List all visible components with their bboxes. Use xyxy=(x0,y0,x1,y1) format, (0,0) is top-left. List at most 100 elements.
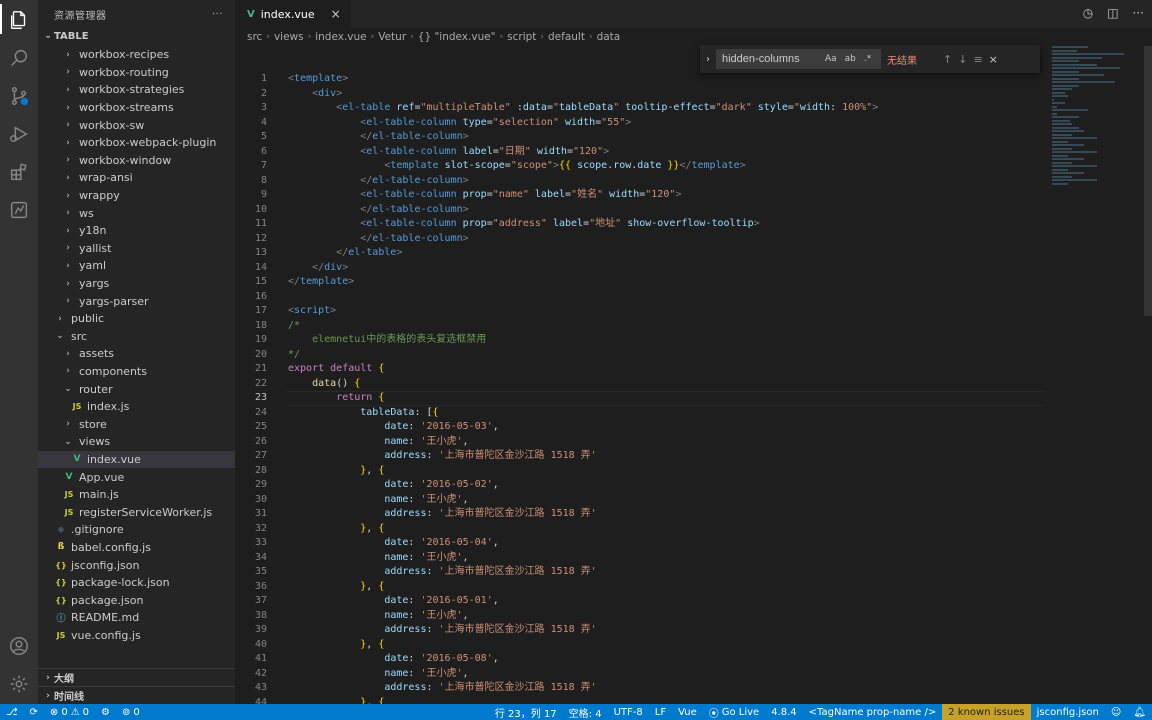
file-tree-item[interactable]: › public xyxy=(38,310,235,328)
explorer-icon[interactable] xyxy=(7,8,31,32)
more-actions-icon[interactable]: ··· xyxy=(212,9,223,20)
file-tree-item[interactable]: › store xyxy=(38,415,235,433)
split-editor-icon[interactable]: ◫ xyxy=(1107,6,1118,20)
ports-indicator[interactable]: ⊚ 0 xyxy=(116,704,146,720)
file-tree-item[interactable]: › y18n xyxy=(38,222,235,240)
close-find-icon[interactable]: × xyxy=(989,53,998,66)
search-icon[interactable] xyxy=(7,46,31,70)
vetur-version[interactable]: 4.8.4 xyxy=(765,704,802,720)
explorer-title: 资源管理器 xyxy=(54,10,107,22)
file-tree-item[interactable]: ⌄ views xyxy=(38,433,235,451)
file-tree-item[interactable]: JS vue.config.js xyxy=(38,627,235,645)
file-tree-item[interactable]: › workbox-streams xyxy=(38,99,235,117)
file-tree-item[interactable]: › wrappy xyxy=(38,187,235,205)
file-tree-item[interactable]: V App.vue xyxy=(38,468,235,486)
file-tree-item[interactable]: ⌄ src xyxy=(38,328,235,346)
code-text: date: '2016-05-01', xyxy=(288,594,498,609)
timeline-section[interactable]: › 时间线 xyxy=(38,686,235,704)
file-tree-item[interactable]: › wrap-ansi xyxy=(38,169,235,187)
outline-section[interactable]: › 大纲 xyxy=(38,668,235,686)
tab-index-vue[interactable]: V index.vue × xyxy=(235,0,351,28)
file-tree-item[interactable]: › workbox-strategies xyxy=(38,81,235,99)
file-tree-item[interactable]: JS registerServiceWorker.js xyxy=(38,503,235,521)
more-actions-icon[interactable]: ··· xyxy=(1133,6,1144,20)
code-token: el-table-column xyxy=(366,116,457,128)
file-tree-item[interactable]: › workbox-recipes xyxy=(38,46,235,64)
problems-indicator[interactable]: ⊗ 0 ⚠ 0 xyxy=(44,704,95,720)
timeline-icon[interactable]: ◷ xyxy=(1083,6,1093,20)
code-editor[interactable]: 1 <template> 2 <div> 3 <el-table ref="multi… xyxy=(235,72,1045,710)
file-tree-item[interactable]: {} package.json xyxy=(38,591,235,609)
jsconfig-indicator[interactable]: jsconfig.json xyxy=(1031,704,1105,720)
regex-icon[interactable]: .* xyxy=(864,54,871,64)
file-tree-item[interactable]: ß babel.config.js xyxy=(38,539,235,557)
breadcrumb-item[interactable]: {} "index.vue" xyxy=(418,31,496,43)
whole-word-icon[interactable]: ab xyxy=(845,54,856,64)
end-of-line[interactable]: LF xyxy=(649,704,672,720)
live-share-icon[interactable]: ⚙ xyxy=(95,704,116,720)
code-token: date xyxy=(384,537,409,548)
file-tree-item[interactable]: › assets xyxy=(38,345,235,363)
code-text: }, { xyxy=(288,522,384,537)
breadcrumb-item[interactable]: src xyxy=(247,31,262,43)
scrollbar[interactable] xyxy=(1144,46,1152,316)
file-tree-item[interactable]: ⓘ README.md xyxy=(38,609,235,627)
file-tree-item[interactable]: › workbox-window xyxy=(38,152,235,170)
close-icon[interactable]: × xyxy=(331,7,341,21)
file-tree-label: jsconfig.json xyxy=(71,558,140,572)
file-tree-item[interactable]: ⌄ router xyxy=(38,380,235,398)
editor-actions: ◷ ◫ ··· xyxy=(1083,6,1144,20)
minimap[interactable] xyxy=(1052,46,1142,185)
go-live-button[interactable]: ⦿ Go Live xyxy=(703,704,765,720)
file-tree-item[interactable]: {} jsconfig.json xyxy=(38,556,235,574)
account-icon[interactable] xyxy=(7,634,31,658)
breadcrumb-item[interactable]: Vetur xyxy=(378,31,406,43)
known-issues-badge[interactable]: 2 known issues xyxy=(942,704,1031,720)
settings-gear-icon[interactable] xyxy=(7,672,31,696)
encoding[interactable]: UTF-8 xyxy=(608,704,649,720)
find-input[interactable] xyxy=(722,53,817,65)
source-control-icon[interactable] xyxy=(7,84,31,108)
breadcrumb-item[interactable]: views xyxy=(274,31,304,43)
file-tree-item[interactable]: {} package-lock.json xyxy=(38,574,235,592)
breadcrumb-item[interactable]: data xyxy=(597,31,621,43)
file-tree-item[interactable]: JS index.js xyxy=(38,398,235,416)
match-case-icon[interactable]: Aa xyxy=(825,54,837,64)
breadcrumb-item[interactable]: default xyxy=(548,31,585,43)
indentation[interactable]: 空格: 4 xyxy=(563,704,608,720)
file-tree-item[interactable]: › ws xyxy=(38,204,235,222)
tagname-case[interactable]: <TagName prop-name /> xyxy=(803,704,943,720)
file-tree-item[interactable]: › yargs xyxy=(38,275,235,293)
sync-icon[interactable]: ⟳ xyxy=(24,704,44,720)
code-text: return { xyxy=(288,391,384,406)
language-mode[interactable]: Vue xyxy=(672,704,703,720)
run-debug-icon[interactable] xyxy=(7,122,31,146)
breadcrumb-item[interactable]: script xyxy=(507,31,536,43)
file-tree-item[interactable]: › workbox-routing xyxy=(38,64,235,82)
line-number: 21 xyxy=(254,363,267,374)
file-tree-item[interactable]: › workbox-webpack-plugin xyxy=(38,134,235,152)
cursor-position[interactable]: 行 23，列 17 xyxy=(489,704,563,720)
previous-match-icon[interactable]: ↑ xyxy=(943,53,952,66)
remote-explorer-icon[interactable] xyxy=(7,198,31,222)
file-tree-item[interactable]: JS main.js xyxy=(38,486,235,504)
breadcrumb-item[interactable]: index.vue xyxy=(315,31,366,43)
next-match-icon[interactable]: ↓ xyxy=(958,53,967,66)
feedback-icon[interactable]: ☺ xyxy=(1105,704,1127,720)
file-tree-item[interactable]: › workbox-sw xyxy=(38,116,235,134)
file-tree-item[interactable]: › yaml xyxy=(38,257,235,275)
file-tree-label: assets xyxy=(79,347,115,361)
workspace-section-header[interactable]: ⌄ TABLE xyxy=(38,28,235,44)
find-in-selection-icon[interactable]: ≡ xyxy=(973,53,982,66)
remote-indicator[interactable]: ⎇ xyxy=(0,704,24,720)
js-file-icon: JS xyxy=(72,402,82,412)
notifications-bell-icon[interactable]: 🔔︎ xyxy=(1127,704,1152,720)
file-tree-item[interactable]: Vindex.vue xyxy=(38,450,235,469)
file-tree-item[interactable]: ◆ .gitignore xyxy=(38,521,235,539)
extensions-icon[interactable] xyxy=(7,160,31,184)
file-tree-item[interactable]: › yargs-parser xyxy=(38,292,235,310)
file-tree-item[interactable]: › components xyxy=(38,363,235,381)
file-tree-item[interactable]: › yallist xyxy=(38,240,235,258)
toggle-replace-icon[interactable]: › xyxy=(706,54,710,65)
